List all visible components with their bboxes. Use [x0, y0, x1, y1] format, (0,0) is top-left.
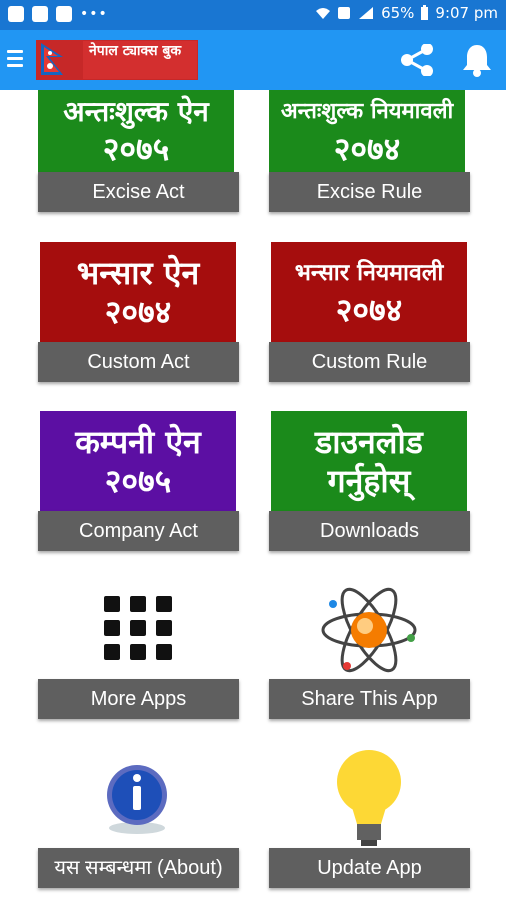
share-button[interactable] — [397, 43, 437, 77]
excise-rule-label: Excise Rule — [269, 172, 470, 212]
banner-line1: कम्पनी ऐन — [75, 423, 201, 461]
atom-icon — [321, 587, 417, 673]
more-apps-tile[interactable]: More Apps — [38, 580, 239, 720]
video-notification-icon — [32, 6, 48, 22]
excise-act-tile[interactable]: अन्तःशुल्क ऐन २०७५ Excise Act — [38, 90, 239, 212]
banner-line1: भन्सार ऐन — [76, 254, 200, 292]
banner-line2: २०७५ — [102, 130, 170, 168]
more-apps-label: More Apps — [38, 679, 239, 719]
system-status: 65% 9:07 pm — [315, 4, 498, 22]
downloads-tile[interactable]: डाउनलोड गर्नुहोस् Downloads — [269, 411, 470, 551]
banner-line1: डाउनलोड — [315, 423, 423, 461]
banner-line2: २०७४ — [104, 293, 172, 331]
signal-icon — [359, 7, 374, 19]
banner-line2: २०७४ — [333, 130, 401, 168]
notification-icons: ••• — [8, 6, 108, 22]
excise-act-label: Excise Act — [38, 172, 239, 212]
menu-button[interactable] — [7, 50, 23, 70]
app-bar: नेपाल ट्याक्स बुक — [0, 30, 506, 90]
excise-rule-tile[interactable]: अन्तःशुल्क नियमावली २०७४ Excise Rule — [269, 90, 470, 212]
share-app-label: Share This App — [269, 679, 470, 719]
sim-icon — [338, 7, 351, 19]
about-tile[interactable]: यस सम्बन्धमा (About) — [38, 748, 239, 890]
banner-line2: २०७५ — [104, 462, 172, 500]
custom-rule-tile[interactable]: भन्सार नियमावली २०७४ Custom Rule — [269, 242, 470, 382]
custom-act-label: Custom Act — [38, 342, 239, 382]
downloads-banner: डाउनलोड गर्नुहोस् — [271, 411, 467, 511]
grid-icon — [104, 596, 172, 660]
share-icon — [401, 43, 433, 77]
wifi-icon — [316, 8, 331, 19]
info-icon — [107, 765, 167, 834]
excise-rule-banner: अन्तःशुल्क नियमावली २०७४ — [269, 90, 465, 172]
update-app-label: Update App — [269, 848, 470, 888]
battery-percent: 65% — [381, 4, 415, 22]
lightbulb-icon — [337, 750, 401, 846]
banner-line1: भन्सार नियमावली — [294, 260, 444, 286]
custom-act-banner: भन्सार ऐन २०७४ — [40, 242, 236, 342]
logo-flag-icon — [37, 41, 83, 79]
bell-icon — [463, 45, 491, 77]
banner-line2: गर्नुहोस् — [327, 462, 411, 500]
custom-rule-banner: भन्सार नियमावली २०७४ — [271, 242, 467, 342]
custom-act-tile[interactable]: भन्सार ऐन २०७४ Custom Act — [38, 242, 239, 382]
banner-line1: अन्तःशुल्क नियमावली — [280, 99, 454, 124]
about-label: यस सम्बन्धमा (About) — [38, 848, 239, 888]
update-app-tile[interactable]: Update App — [269, 748, 470, 890]
status-bar: ••• 65% 9:07 pm — [0, 0, 506, 30]
downloads-label: Downloads — [269, 511, 470, 551]
nepal-flag-icon — [41, 43, 63, 75]
banner-line1: अन्तःशुल्क ऐन — [63, 95, 209, 128]
logo-text: नेपाल ट्याक्स बुक — [83, 41, 197, 79]
company-act-tile[interactable]: कम्पनी ऐन २०७५ Company Act — [38, 411, 239, 551]
company-act-label: Company Act — [38, 511, 239, 551]
custom-rule-label: Custom Rule — [269, 342, 470, 382]
company-act-banner: कम्पनी ऐन २०७५ — [40, 411, 236, 511]
app-logo: नेपाल ट्याक्स बुक — [36, 40, 198, 80]
banner-line2: २०७४ — [335, 291, 403, 329]
youtube-notification-icon — [56, 6, 72, 22]
share-app-tile[interactable]: Share This App — [269, 580, 470, 720]
clock: 9:07 pm — [435, 4, 498, 22]
battery-icon — [421, 5, 429, 20]
image-notification-icon — [8, 6, 24, 22]
excise-act-banner: अन्तःशुल्क ऐन २०७५ — [38, 90, 234, 172]
more-notifications-icon: ••• — [80, 6, 108, 22]
notifications-button[interactable] — [460, 42, 494, 78]
